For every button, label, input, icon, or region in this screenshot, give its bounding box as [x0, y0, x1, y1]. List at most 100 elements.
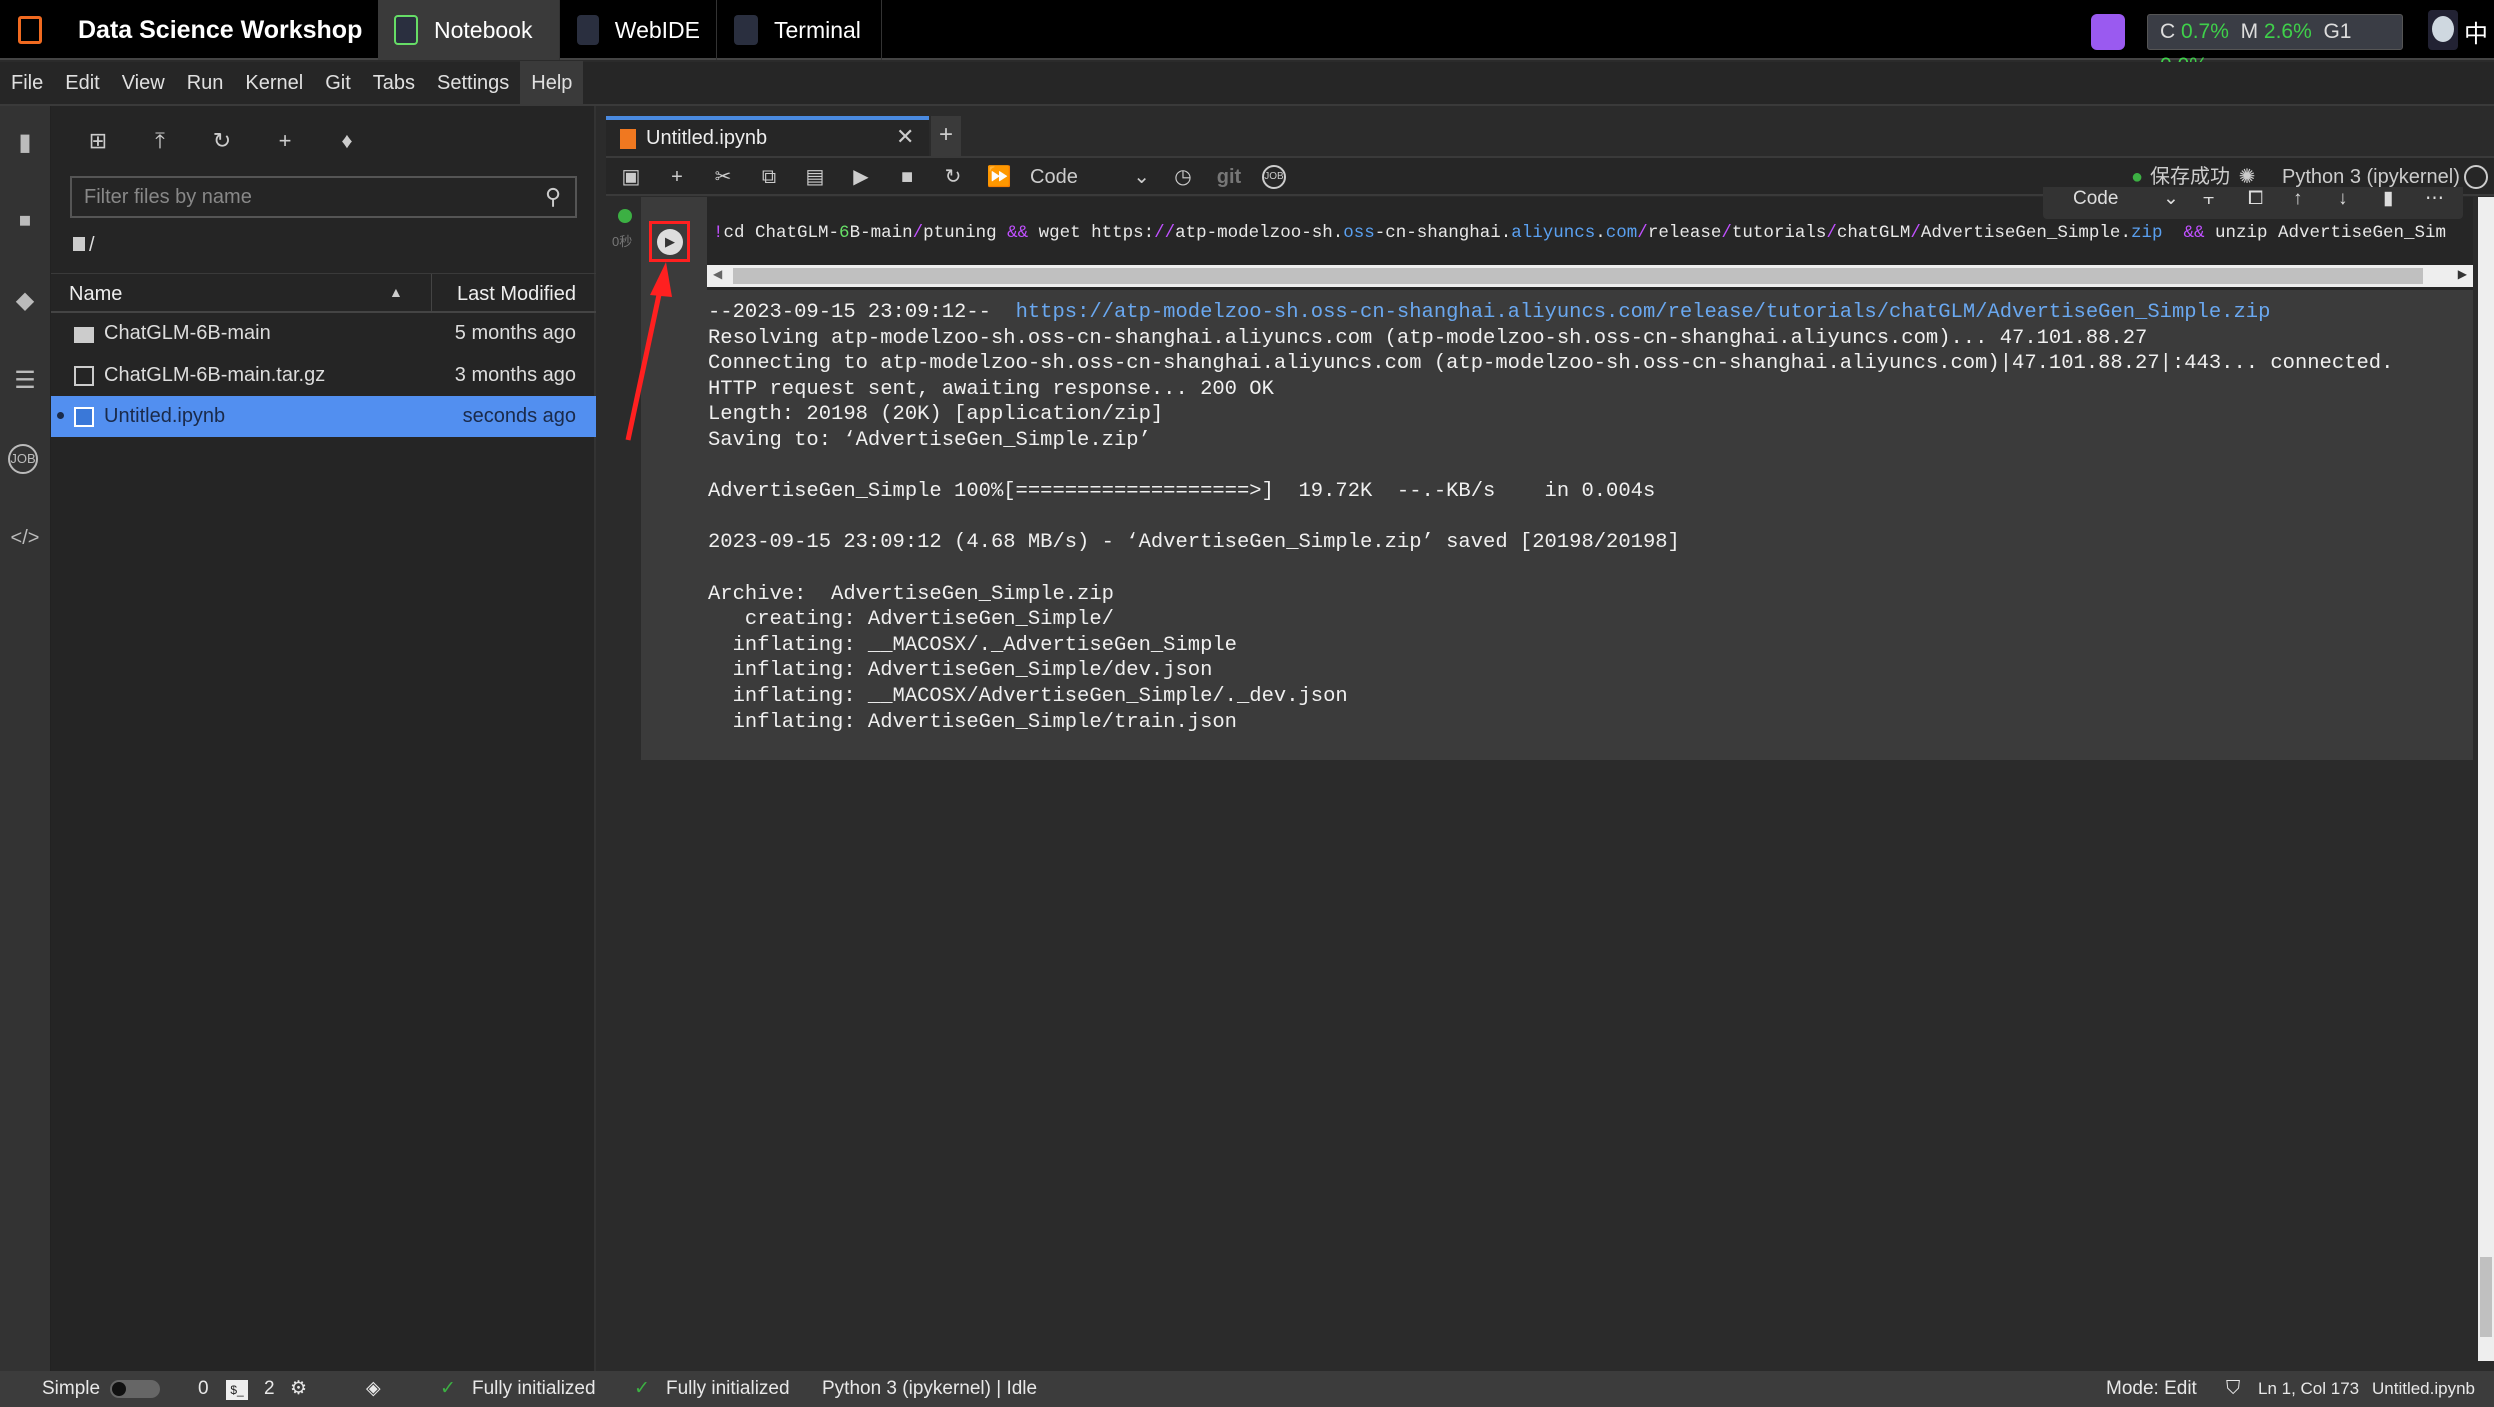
chevron-down-icon[interactable]: ⌄ — [2163, 187, 2179, 211]
scroll-left-icon: ◀ — [713, 267, 723, 281]
menu-tabs[interactable]: Tabs — [362, 61, 426, 105]
run-cell-button[interactable]: ▶ — [657, 229, 683, 255]
history-clock-icon[interactable]: ◷ — [1170, 162, 1196, 192]
menu-help[interactable]: Help — [520, 61, 584, 105]
resource-monitor[interactable]: C 0.7% M 2.6% G1 0.0% — [2147, 14, 2403, 77]
restart-icon[interactable]: ↻ — [940, 162, 966, 192]
cell-input-editor[interactable]: !cd ChatGLM-6B-main/ptuning && wget http… — [707, 187, 2473, 290]
language-toggle[interactable]: 中 — [2464, 14, 2488, 49]
paste-icon[interactable]: ▤ — [802, 162, 828, 192]
job-icon[interactable]: JOB — [1262, 165, 1286, 189]
simple-mode-toggle[interactable] — [110, 1380, 160, 1398]
scrollbar-thumb[interactable] — [2480, 1257, 2492, 1337]
user-avatar[interactable] — [2428, 10, 2458, 50]
copy-icon[interactable]: ⧉ — [756, 162, 782, 192]
git-icon[interactable]: ◆ — [8, 284, 42, 318]
app-logo-icon — [18, 16, 42, 44]
column-last-modified[interactable]: Last Modified — [457, 283, 576, 306]
shield-check-icon: ⛉ — [2226, 1378, 2241, 1399]
file-row-selected[interactable]: Untitled.ipynb seconds ago — [51, 396, 596, 437]
new-folder-icon[interactable]: ⊞ — [83, 126, 113, 156]
file-row[interactable]: ChatGLM-6B-main 5 months ago — [51, 313, 596, 354]
filter-files-input[interactable] — [70, 176, 577, 218]
sort-ascending-icon[interactable]: ▲ — [389, 284, 403, 300]
cursor-position[interactable]: Ln 1, Col 173 — [2258, 1371, 2359, 1407]
menu-kernel[interactable]: Kernel — [234, 61, 314, 105]
output-url-link[interactable]: https://atp-modelzoo-sh.oss-cn-shanghai.… — [1016, 301, 2271, 324]
delete-cell-icon[interactable]: ▮ — [2383, 187, 2393, 211]
close-tab-icon[interactable]: ✕ — [896, 124, 914, 150]
column-name[interactable]: Name — [69, 283, 122, 306]
notebook-icon — [394, 15, 418, 45]
git-clone-icon[interactable]: ♦ — [332, 126, 362, 156]
assistant-icon[interactable] — [2091, 14, 2125, 50]
toc-list-icon[interactable]: ☰ — [8, 364, 42, 398]
status-bar: Simple 0 $_ 2 ⚙ ◈ ✓ Fully initialized ✓ … — [0, 1371, 2494, 1407]
new-file-plus-icon[interactable]: + — [270, 126, 300, 156]
notebook-file-icon — [74, 406, 94, 427]
vertical-scrollbar[interactable] — [2478, 197, 2494, 1361]
activity-bar: ▮ ⏹ ◆ ☰ JOB </> — [0, 106, 51, 1371]
duplicate-cell-icon[interactable]: ⧠ — [2248, 187, 2263, 211]
menu-settings[interactable]: Settings — [426, 61, 520, 105]
code-icon[interactable]: </> — [8, 521, 42, 555]
move-up-icon[interactable]: ↑ — [2293, 187, 2303, 211]
code-cell[interactable]: ▶ !cd ChatGLM-6B-main/ptuning && wget ht… — [641, 187, 2473, 760]
split-cell-icon[interactable]: ⫟ — [2203, 187, 2215, 211]
save-icon[interactable]: ▣ — [618, 162, 644, 192]
refresh-icon[interactable]: ↻ — [207, 126, 237, 156]
file-browser: ⊞ ⤒ ↻ + ♦ ⚲ / Name ▲ Last Modified ChatG… — [51, 106, 596, 1371]
horizontal-scrollbar[interactable]: ◀ ▶ — [707, 265, 2473, 287]
editor-mode[interactable]: Mode: Edit — [2106, 1371, 2197, 1407]
webide-icon — [577, 15, 599, 45]
job-icon[interactable]: JOB — [8, 444, 38, 474]
lsp-status[interactable]: Fully initialized — [472, 1371, 596, 1407]
terminal-icon[interactable]: $_ — [226, 1380, 248, 1400]
menu-git[interactable]: Git — [314, 61, 362, 105]
tab-notebook[interactable]: Notebook — [378, 0, 560, 60]
new-tab-plus-icon[interactable]: + — [931, 116, 961, 156]
file-row[interactable]: ChatGLM-6B-main.tar.gz 3 months ago — [51, 355, 596, 396]
cell-execution-time: 0秒 — [612, 234, 633, 249]
cell-toolbar: Code ⌄ ⫟ ⧠ ↑ ↓ ▮ ⋯ — [2043, 187, 2463, 219]
folder-icon[interactable]: ▮ — [8, 126, 42, 160]
running-stop-icon[interactable]: ⏹ — [8, 204, 42, 238]
terminals-count[interactable]: 0 — [198, 1371, 209, 1407]
menu-edit[interactable]: Edit — [54, 61, 110, 105]
tab-terminal[interactable]: Terminal — [718, 0, 882, 60]
git-status-icon[interactable]: ◈ — [366, 1371, 381, 1407]
upload-icon[interactable]: ⤒ — [145, 126, 175, 156]
notebook-panel: Untitled.ipynb ✕ + ▣ + ✂ ⧉ ▤ ▶ ■ ↻ ⏩ Cod… — [606, 111, 2494, 1371]
kernels-count[interactable]: 2 — [264, 1371, 275, 1407]
add-cell-icon[interactable]: + — [664, 162, 690, 192]
run-all-icon[interactable]: ⏩ — [986, 162, 1012, 192]
app-title: Data Science Workshop — [62, 0, 380, 60]
file-icon — [74, 365, 94, 386]
more-options-icon[interactable]: ⋯ — [2425, 187, 2444, 211]
tab-untitled-ipynb[interactable]: Untitled.ipynb ✕ — [606, 116, 929, 156]
cell-type-select[interactable]: Code ⌄ — [1030, 162, 1150, 192]
cell-output: --2023-09-15 23:09:12-- https://atp-mode… — [708, 301, 2394, 734]
scrollbar-thumb[interactable] — [733, 268, 2423, 284]
cut-icon[interactable]: ✂ — [710, 162, 736, 192]
move-down-icon[interactable]: ↓ — [2338, 187, 2348, 211]
search-icon: ⚲ — [545, 184, 562, 209]
lsp-status-icon: ✓ — [440, 1378, 456, 1399]
menu-run[interactable]: Run — [176, 61, 235, 105]
tab-webide[interactable]: WebIDE — [561, 0, 717, 60]
open-indicator-dot — [57, 412, 64, 419]
kernel-status-idle-icon — [2464, 165, 2488, 189]
stop-icon[interactable]: ■ — [894, 162, 920, 192]
notebook-icon — [620, 129, 636, 149]
menu-view[interactable]: View — [111, 61, 176, 105]
lsp-status-2[interactable]: Fully initialized — [666, 1371, 790, 1407]
kernel-gear-icon[interactable]: ⚙ — [290, 1371, 307, 1407]
run-icon[interactable]: ▶ — [848, 162, 874, 192]
git-button[interactable]: git — [1216, 162, 1242, 192]
cell-type-mini-select[interactable]: Code — [2073, 188, 2118, 209]
menu-file[interactable]: File — [0, 61, 54, 105]
top-bar: Data Science Workshop Notebook WebIDE Te… — [0, 0, 2494, 77]
breadcrumb[interactable]: / — [73, 234, 95, 257]
menu-bar: File Edit View Run Kernel Git Tabs Setti… — [0, 61, 2494, 106]
kernel-status[interactable]: Python 3 (ipykernel) | Idle — [822, 1371, 1037, 1407]
